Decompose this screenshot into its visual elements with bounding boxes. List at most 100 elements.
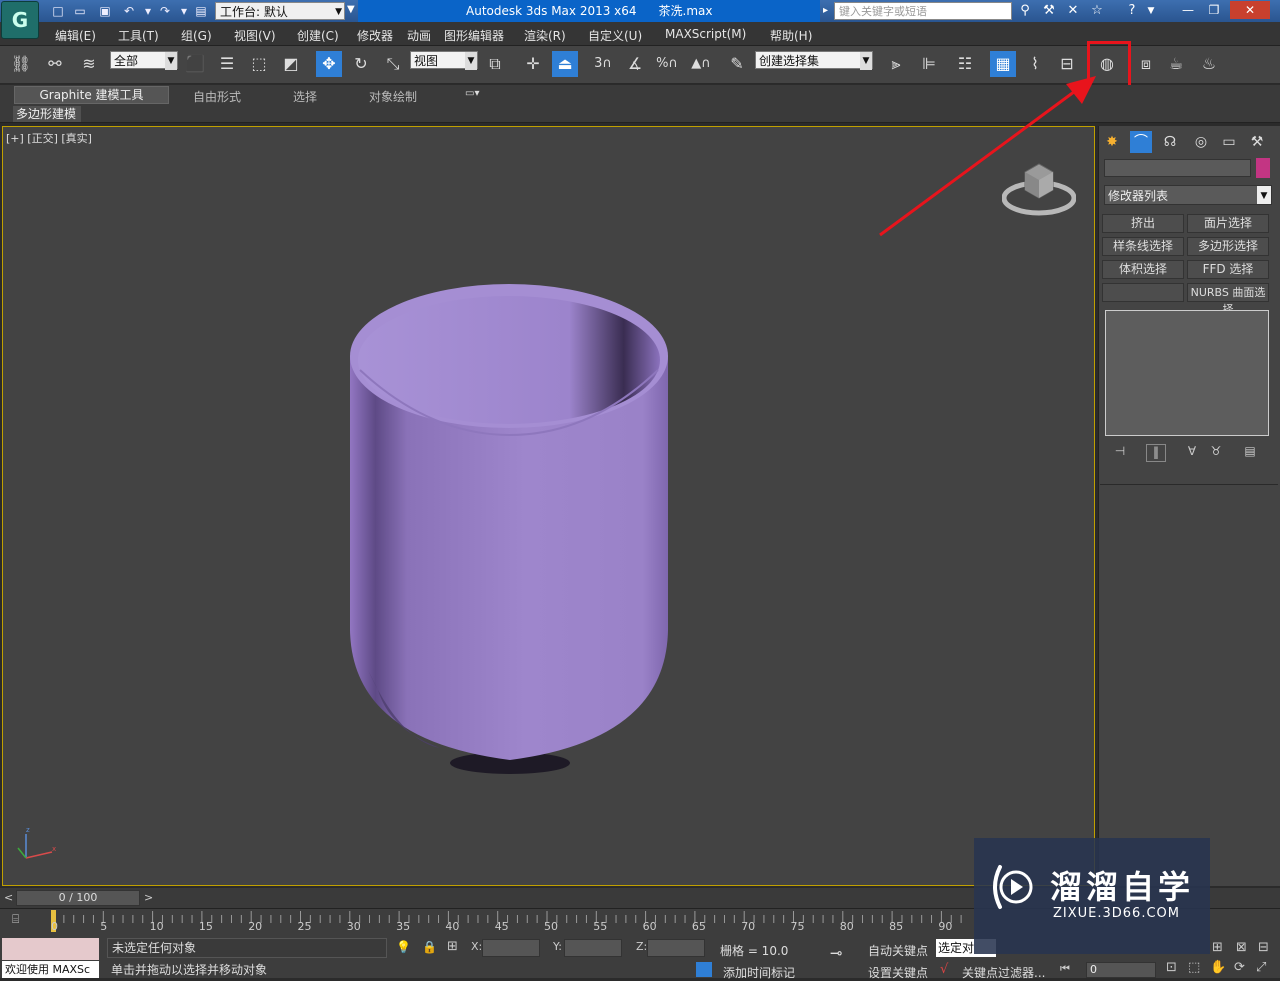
- help-icon[interactable]: ?: [1123, 3, 1141, 19]
- field-of-view-icon[interactable]: ⬚: [1188, 960, 1200, 975]
- configure-modifier-sets-icon[interactable]: ▤: [1240, 444, 1260, 462]
- menu-create[interactable]: 创建(C): [297, 27, 339, 44]
- menu-edit[interactable]: 编辑(E): [55, 27, 96, 44]
- add-time-tag-icon[interactable]: [696, 962, 712, 977]
- auto-key-button[interactable]: 自动关键点: [868, 942, 928, 959]
- isolate-icon[interactable]: 💡: [396, 940, 411, 954]
- time-slider[interactable]: 0 / 100: [16, 890, 140, 906]
- time-prev-icon[interactable]: <: [4, 891, 13, 904]
- zoom-extents-all-icon[interactable]: ⊠: [1236, 940, 1247, 955]
- show-end-result-icon[interactable]: ‖: [1146, 444, 1166, 462]
- time-next-icon[interactable]: >: [144, 891, 153, 904]
- ffd-select-button[interactable]: FFD 选择: [1187, 260, 1269, 279]
- minimize-button[interactable]: —: [1176, 1, 1200, 19]
- add-time-tag-label[interactable]: 添加时间标记: [723, 964, 795, 981]
- menu-animation[interactable]: 动画: [407, 27, 431, 44]
- pan-view-icon[interactable]: ✋: [1210, 960, 1226, 975]
- select-and-scale-icon[interactable]: ⤡: [380, 51, 406, 77]
- utilities-tab-icon[interactable]: ⚒: [1246, 131, 1268, 153]
- remove-modifier-icon[interactable]: ♉: [1206, 444, 1226, 462]
- select-object-icon[interactable]: ⬛: [182, 51, 208, 77]
- motion-tab-icon[interactable]: ◎: [1190, 131, 1212, 153]
- save-file-icon[interactable]: ▣: [97, 3, 113, 19]
- make-unique-icon[interactable]: ∀: [1182, 444, 1202, 462]
- link-icon[interactable]: ⛓: [8, 51, 34, 77]
- close-button[interactable]: ✕: [1230, 1, 1270, 19]
- orbit-icon[interactable]: ⟳: [1234, 960, 1245, 975]
- extrude-button[interactable]: 挤出: [1102, 214, 1184, 233]
- set-key-icon[interactable]: ⊸: [830, 944, 843, 962]
- rectangular-selection-icon[interactable]: ⬚: [246, 51, 272, 77]
- teacup-model[interactable]: [330, 270, 690, 790]
- reference-coord-dropdown[interactable]: 视图 ▼: [410, 51, 478, 70]
- key-filters-button[interactable]: 关键点过滤器...: [962, 964, 1045, 981]
- redo-dropdown-icon[interactable]: ▾: [176, 3, 192, 19]
- snaps-toggle-icon[interactable]: 3∩: [590, 51, 616, 77]
- search-expand-icon[interactable]: ▸: [823, 5, 828, 16]
- lock-selection-icon[interactable]: 🔒: [422, 940, 437, 954]
- select-and-move-icon[interactable]: ✥: [316, 51, 342, 77]
- project-folder-icon[interactable]: ▤: [193, 3, 209, 19]
- render-production-icon[interactable]: ♨: [1196, 51, 1222, 77]
- modifier-stack-list[interactable]: [1105, 310, 1269, 436]
- selection-filter-dropdown[interactable]: 全部 ▼: [110, 51, 178, 70]
- tab-selection[interactable]: 选择: [293, 88, 317, 105]
- help-dropdown-icon[interactable]: ▼: [1142, 3, 1160, 19]
- tab-freeform[interactable]: 自由形式: [193, 88, 241, 105]
- workspace-menu-icon[interactable]: ▼: [347, 4, 355, 15]
- viewport-label[interactable]: [+] [正交] [真实]: [6, 130, 92, 146]
- menu-help[interactable]: 帮助(H): [770, 27, 812, 44]
- menu-customize[interactable]: 自定义(U): [588, 27, 642, 44]
- modify-tab-icon[interactable]: ⌒: [1130, 131, 1152, 153]
- pivot-center-icon[interactable]: ⧉: [482, 51, 508, 77]
- menu-maxscript[interactable]: MAXScript(M): [665, 27, 746, 41]
- select-and-rotate-icon[interactable]: ↻: [348, 51, 374, 77]
- search-input[interactable]: 键入关键字或短语: [834, 2, 1012, 20]
- z-coordinate-field[interactable]: [647, 939, 705, 957]
- open-file-icon[interactable]: ▭: [72, 3, 88, 19]
- keyboard-shortcut-override-icon[interactable]: ⏏: [552, 51, 578, 77]
- rendered-frame-window-icon[interactable]: ☕: [1163, 51, 1189, 77]
- bind-space-warp-icon[interactable]: ≋: [76, 51, 102, 77]
- binoculars-icon[interactable]: ⚲: [1016, 3, 1034, 19]
- render-setup-icon[interactable]: ⧈: [1133, 51, 1159, 77]
- polygon-modeling-panel[interactable]: 多边形建模: [13, 106, 81, 122]
- manipulate-icon[interactable]: ✛: [520, 51, 546, 77]
- menu-view[interactable]: 视图(V): [234, 27, 276, 44]
- app-logo-icon[interactable]: G: [1, 1, 39, 39]
- unlink-icon[interactable]: ⚯: [42, 51, 68, 77]
- angle-snap-icon[interactable]: ∡: [622, 51, 648, 77]
- zoom-region-icon[interactable]: ⊡: [1166, 960, 1177, 975]
- subscription-icon[interactable]: ⚒: [1040, 3, 1058, 19]
- menu-tools[interactable]: 工具(T): [118, 27, 159, 44]
- tab-graphite-modeling[interactable]: Graphite 建模工具: [14, 86, 169, 104]
- absolute-mode-icon[interactable]: ⊞: [447, 939, 458, 954]
- undo-dropdown-icon[interactable]: ▾: [140, 3, 156, 19]
- new-file-icon[interactable]: □: [50, 3, 66, 19]
- hierarchy-tab-icon[interactable]: ☊: [1159, 131, 1181, 153]
- percent-snap-icon[interactable]: %∩: [654, 51, 680, 77]
- volume-select-button[interactable]: 体积选择: [1102, 260, 1184, 279]
- mini-curve-editor-icon[interactable]: ⌸: [12, 912, 32, 928]
- nurbs-surface-select-button[interactable]: NURBS 曲面选择: [1187, 283, 1269, 316]
- favorites-star-icon[interactable]: ☆: [1088, 3, 1106, 19]
- zoom-extents-icon[interactable]: ⊞: [1212, 940, 1223, 955]
- spline-select-button[interactable]: 样条线选择: [1102, 237, 1184, 256]
- zoom-all-icon[interactable]: ⊟: [1258, 940, 1269, 955]
- tab-object-paint[interactable]: 对象绘制: [369, 88, 417, 105]
- ribbon-options-icon[interactable]: ▭▾: [465, 88, 489, 102]
- maxscript-mini-listener[interactable]: 欢迎使用 MAXSc: [2, 961, 99, 978]
- spinner-snap-icon[interactable]: ▲∩: [688, 51, 714, 77]
- object-name-field[interactable]: [1104, 159, 1251, 177]
- modifier-list-dropdown[interactable]: 修改器列表 ▼: [1104, 185, 1272, 205]
- edit-named-selection-icon[interactable]: ✎: [724, 51, 750, 77]
- y-coordinate-field[interactable]: [564, 939, 622, 957]
- current-frame-field[interactable]: 0: [1086, 962, 1156, 978]
- window-crossing-icon[interactable]: ◩: [278, 51, 304, 77]
- maxscript-listener[interactable]: [2, 938, 99, 960]
- empty-modifier-button[interactable]: [1102, 283, 1184, 302]
- object-color-swatch[interactable]: [1256, 158, 1270, 178]
- menu-group[interactable]: 组(G): [181, 27, 212, 44]
- communication-icon[interactable]: ✕: [1064, 3, 1082, 19]
- redo-icon[interactable]: ↷: [157, 3, 173, 19]
